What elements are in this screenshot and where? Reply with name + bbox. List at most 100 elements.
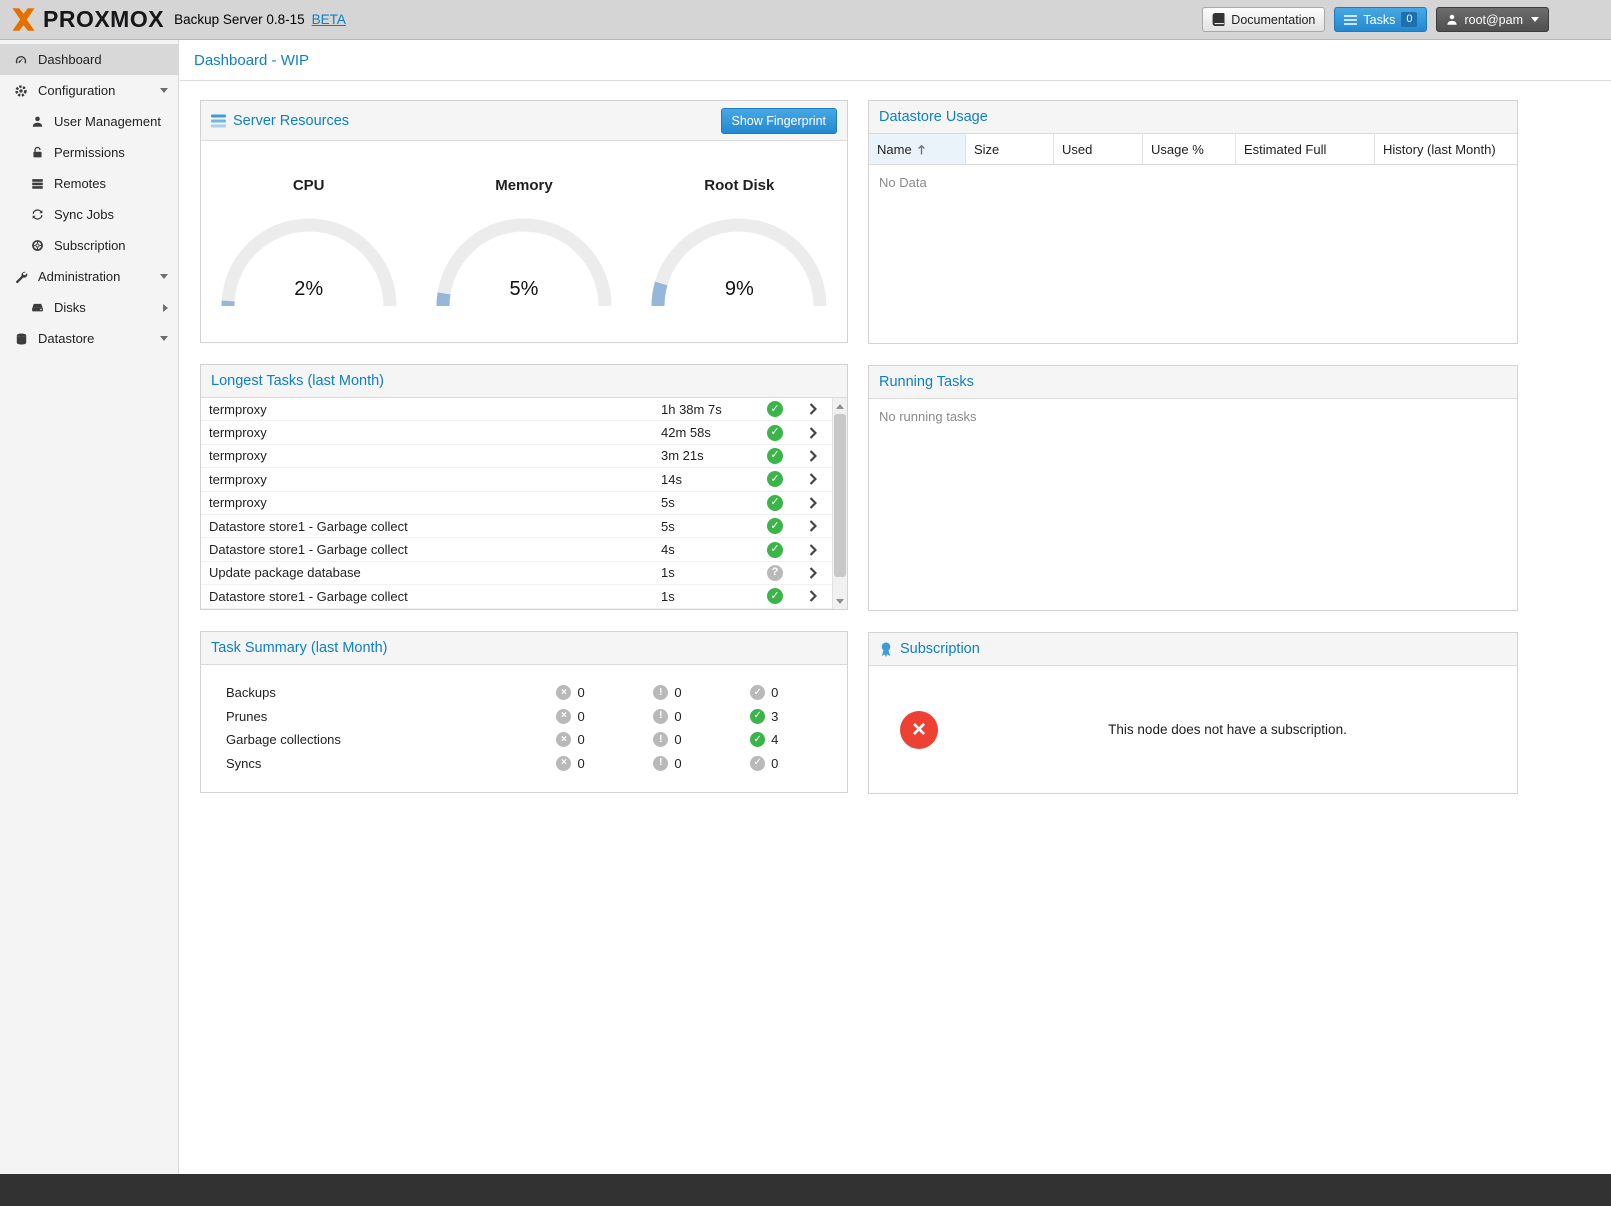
summary-row[interactable]: Prunes ×0 !0 ✓3: [226, 705, 847, 729]
sidebar-item-permissions[interactable]: Permissions: [0, 137, 178, 168]
sidebar-item-label: Dashboard: [38, 52, 102, 67]
user-icon: [1446, 13, 1458, 26]
panel-header: Datastore Usage: [869, 101, 1517, 134]
column-header-name[interactable]: Name: [869, 134, 966, 164]
column-header-usage-percent[interactable]: Usage %: [1143, 134, 1236, 164]
database-icon: [12, 332, 30, 346]
sidebar-item-subscription[interactable]: Subscription: [0, 230, 178, 261]
gauge-value: 2%: [219, 278, 399, 301]
sidebar-item-dashboard[interactable]: Dashboard: [0, 44, 178, 75]
tasks-label: Tasks: [1363, 13, 1395, 27]
warning-status-icon: !: [653, 756, 668, 771]
user-menu-button[interactable]: root@pam: [1436, 7, 1549, 32]
task-duration: 5s: [661, 495, 757, 510]
sidebar-item-datastore[interactable]: Datastore: [0, 323, 178, 354]
task-name: Update package database: [209, 565, 661, 580]
summary-row[interactable]: Garbage collections ×0 !0 ✓4: [226, 728, 847, 752]
scroll-up-icon[interactable]: [833, 399, 847, 413]
column-label: Name: [877, 142, 912, 157]
collapse-icon[interactable]: [160, 336, 168, 341]
task-row[interactable]: termproxy 3m 21s ✓: [201, 445, 832, 468]
column-header-estimated-full[interactable]: Estimated Full: [1236, 134, 1375, 164]
column-header-used[interactable]: Used: [1054, 134, 1143, 164]
task-name: termproxy: [209, 448, 661, 463]
memory-gauge: Memory 5%: [423, 177, 625, 342]
chevron-right-icon: [809, 403, 817, 415]
tasks-count-badge: 0: [1401, 12, 1417, 27]
task-row[interactable]: termproxy 1h 38m 7s ✓: [201, 398, 832, 421]
sidebar-item-label: Remotes: [54, 176, 106, 191]
sidebar-item-user-management[interactable]: User Management: [0, 106, 178, 137]
gauge-value: 9%: [649, 278, 829, 301]
chevron-right-icon: [809, 520, 817, 532]
support-icon: [28, 239, 46, 252]
panel-title: Longest Tasks (last Month): [211, 373, 384, 389]
proxmox-logo-text: PROXMOX: [43, 6, 164, 33]
book-icon: [1212, 13, 1225, 27]
summary-row[interactable]: Syncs ×0 !0 ✓0: [226, 752, 847, 776]
summary-row[interactable]: Backups ×0 !0 ✓0: [226, 681, 847, 705]
task-status-icon: ✓: [767, 448, 783, 464]
collapse-icon[interactable]: [160, 88, 168, 93]
scrollbar-thumb[interactable]: [834, 414, 846, 577]
chevron-right-icon: [809, 473, 817, 485]
resources-bars-icon: [211, 114, 226, 128]
column-header-size[interactable]: Size: [966, 134, 1054, 164]
warning-count: 0: [674, 685, 681, 700]
scroll-down-icon[interactable]: [833, 594, 847, 608]
task-row[interactable]: termproxy 14s ✓: [201, 468, 832, 491]
sidebar-item-administration[interactable]: Administration: [0, 261, 178, 292]
datastore-usage-panel: Datastore Usage Name Size Used Usage % E…: [868, 100, 1518, 344]
sidebar-item-label: Subscription: [54, 238, 126, 253]
error-status-icon: ×: [556, 732, 571, 747]
documentation-button[interactable]: Documentation: [1202, 7, 1325, 32]
tasks-button[interactable]: Tasks 0: [1334, 7, 1427, 32]
top-bar: PROXMOX Backup Server 0.8-15 BETA Docume…: [0, 0, 1611, 40]
panel-header: Longest Tasks (last Month): [201, 365, 847, 398]
task-status-icon: ✓: [767, 518, 783, 534]
collapse-icon[interactable]: [160, 274, 168, 279]
no-data-text: No Data: [869, 165, 1517, 200]
user-menu-label: root@pam: [1464, 13, 1523, 27]
beta-link[interactable]: BETA: [312, 12, 346, 27]
panel-title: Server Resources: [233, 113, 349, 129]
task-duration: 1s: [661, 589, 757, 604]
ok-count: 4: [771, 732, 778, 747]
sidebar-item-sync-jobs[interactable]: Sync Jobs: [0, 199, 178, 230]
sidebar-item-configuration[interactable]: Configuration: [0, 75, 178, 106]
sidebar-item-disks[interactable]: Disks: [0, 292, 178, 323]
error-status-icon: ×: [556, 685, 571, 700]
gauges-row: CPU 2% Memory: [201, 141, 847, 342]
gauge-label: Root Disk: [638, 177, 840, 194]
error-count: 0: [577, 756, 584, 771]
task-row[interactable]: Datastore store1 - Garbage collect 1s ✓: [201, 585, 832, 608]
product-version-label: Backup Server 0.8-15: [174, 12, 305, 27]
bottom-bar: [0, 1174, 1611, 1206]
task-row[interactable]: termproxy 42m 58s ✓: [201, 421, 832, 444]
datastore-table-header: Name Size Used Usage % Estimated Full Hi…: [869, 134, 1517, 165]
panel-title: Running Tasks: [879, 374, 974, 390]
panel-header: Running Tasks: [869, 366, 1517, 399]
chevron-right-icon: [809, 427, 817, 439]
panel-header: Subscription: [869, 633, 1517, 666]
column-header-history[interactable]: History (last Month): [1375, 134, 1517, 164]
task-row[interactable]: Update package database 1s ?: [201, 562, 832, 585]
sort-ascending-icon: [917, 144, 926, 155]
show-fingerprint-button[interactable]: Show Fingerprint: [721, 108, 838, 134]
task-duration: 4s: [661, 542, 757, 557]
task-duration: 42m 58s: [661, 425, 757, 440]
task-status-icon: ✓: [767, 542, 783, 558]
task-summary-body: Backups ×0 !0 ✓0 Prunes ×0 !0 ✓3 Garbage…: [201, 665, 847, 792]
task-row[interactable]: termproxy 5s ✓: [201, 492, 832, 515]
task-row[interactable]: Datastore store1 - Garbage collect 5s ✓: [201, 515, 832, 538]
warning-count: 0: [674, 732, 681, 747]
ok-count: 3: [771, 709, 778, 724]
task-name: Datastore store1 - Garbage collect: [209, 542, 661, 557]
expand-icon[interactable]: [163, 304, 168, 312]
sidebar-item-remotes[interactable]: Remotes: [0, 168, 178, 199]
panel-title: Subscription: [900, 641, 980, 657]
lock-icon: [28, 146, 46, 159]
task-name: Datastore store1 - Garbage collect: [209, 519, 661, 534]
scrollbar[interactable]: [832, 398, 847, 609]
task-row[interactable]: Datastore store1 - Garbage collect 4s ✓: [201, 538, 832, 561]
